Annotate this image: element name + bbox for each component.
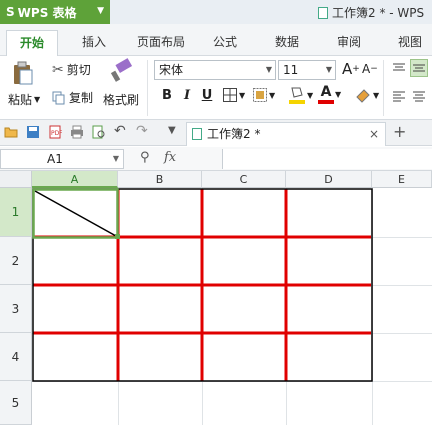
paste-label: 粘贴: [8, 93, 33, 107]
spreadsheet-grid: A B C D E 1 2 3 4 5: [0, 171, 432, 425]
title-bar: S WPS 表格 ▼ 工作簿2 * - WPS: [0, 0, 432, 24]
plus-icon: +: [352, 64, 360, 74]
align-middle-icon: [413, 64, 425, 72]
workbook-icon: [318, 7, 328, 19]
cell-borders: [32, 188, 373, 382]
merge-cells-icon: [253, 88, 267, 102]
name-box[interactable]: A1 ▼: [0, 149, 124, 169]
print-icon[interactable]: [70, 125, 84, 139]
chevron-down-icon: ▼: [335, 89, 342, 99]
open-icon[interactable]: [4, 125, 18, 139]
align-center-icon: [413, 91, 425, 102]
merge-button[interactable]: ▼: [252, 87, 275, 103]
paste-icon: [14, 61, 33, 85]
align-left-button[interactable]: [392, 89, 406, 103]
pdf-icon[interactable]: PDF: [48, 125, 62, 139]
workbook-icon: [192, 128, 202, 140]
chevron-down-icon: ▼: [239, 90, 246, 100]
paste-button[interactable]: [10, 60, 36, 86]
underline-button[interactable]: U: [198, 87, 216, 105]
eraser-icon: [356, 89, 370, 103]
shrink-font-button[interactable]: A −: [362, 62, 378, 76]
cut-button[interactable]: ✂ 剪切: [52, 61, 91, 78]
tab-review[interactable]: 审阅: [326, 30, 372, 56]
app-logo: S: [6, 5, 15, 19]
fill-handle[interactable]: [115, 234, 120, 239]
chevron-down-icon: ▼: [112, 154, 119, 163]
copy-icon: [52, 91, 65, 104]
workbook-tab[interactable]: 工作簿2 * ×: [186, 122, 386, 146]
chevron-down-icon: ▼: [97, 6, 104, 16]
formula-input[interactable]: [222, 149, 432, 169]
align-top-icon: [393, 63, 405, 71]
zoom-icon[interactable]: ⚲: [140, 150, 150, 165]
cut-icon: ✂: [52, 61, 64, 78]
tab-view[interactable]: 视图: [388, 30, 432, 56]
save-icon[interactable]: [26, 125, 40, 139]
ribbon-separator: [383, 60, 384, 116]
minus-icon: −: [370, 64, 378, 74]
chevron-down-icon: ▼: [34, 95, 41, 104]
tab-data[interactable]: 数据: [264, 30, 310, 56]
fill-color-icon: [289, 87, 305, 104]
print-preview-icon[interactable]: [92, 125, 106, 139]
chevron-down-icon: ▼: [269, 90, 276, 100]
font-color-button[interactable]: A ▼: [318, 84, 341, 104]
chevron-down-icon: ▼: [373, 90, 380, 100]
align-middle-button[interactable]: [410, 59, 428, 77]
borders-icon: [223, 88, 237, 102]
tab-home[interactable]: 开始: [6, 30, 58, 56]
undo-icon[interactable]: ↶: [114, 123, 128, 139]
ribbon-separator: [147, 60, 148, 116]
copy-button[interactable]: 复制: [52, 89, 93, 106]
ribbon-tabs: 开始 插入 页面布局 公式 数据 审阅 视图: [0, 24, 432, 56]
svg-text:PDF: PDF: [51, 130, 62, 137]
redo-icon[interactable]: ↷: [136, 123, 150, 139]
paste-menu[interactable]: 粘贴 ▼: [8, 91, 40, 108]
font-name-select[interactable]: 宋体 ▼: [154, 60, 276, 80]
customize-toolbar-icon[interactable]: ▼: [168, 125, 182, 139]
tab-formulas[interactable]: 公式: [202, 30, 248, 56]
align-left-icon: [393, 91, 405, 102]
formula-bar: A1 ▼ ⚲ fx: [0, 147, 432, 171]
ribbon: 粘贴 ▼ ✂ 剪切 复制 格式刷 宋体 ▼ 11 ▼ A+ A− B I U: [0, 56, 432, 120]
window-title: 工作簿2 * - WPS: [318, 4, 424, 21]
fill-color-button[interactable]: ▼: [288, 85, 313, 105]
chevron-down-icon: ▼: [325, 65, 332, 74]
format-painter-label: 格式刷: [103, 93, 140, 107]
diagonal-line: [34, 190, 117, 237]
align-top-button[interactable]: [392, 61, 406, 75]
font-color-icon: A: [318, 84, 334, 104]
align-center-button[interactable]: [412, 89, 426, 103]
app-menu-button[interactable]: S WPS 表格 ▼: [0, 0, 110, 24]
tab-insert[interactable]: 插入: [70, 30, 118, 56]
format-painter-icon: [110, 58, 133, 82]
workbook-tab-label: 工作簿2 *: [207, 127, 261, 141]
insert-function-button[interactable]: fx: [164, 150, 176, 165]
chevron-down-icon: ▼: [265, 65, 272, 74]
italic-button[interactable]: I: [178, 87, 196, 105]
grow-font-button[interactable]: A +: [342, 60, 360, 78]
close-icon[interactable]: ×: [369, 123, 379, 145]
chevron-down-icon: ▼: [307, 90, 314, 100]
font-size-select[interactable]: 11 ▼: [278, 60, 336, 80]
tab-page-layout[interactable]: 页面布局: [128, 30, 194, 56]
new-tab-button[interactable]: +: [393, 122, 406, 141]
clear-format-button[interactable]: ▼: [354, 87, 379, 103]
cut-label: 剪切: [66, 63, 91, 77]
format-painter-button[interactable]: [108, 58, 136, 84]
borders-button[interactable]: ▼: [222, 87, 245, 103]
bold-button[interactable]: B: [158, 87, 176, 105]
app-name: WPS 表格: [17, 5, 77, 20]
copy-label: 复制: [69, 91, 94, 105]
